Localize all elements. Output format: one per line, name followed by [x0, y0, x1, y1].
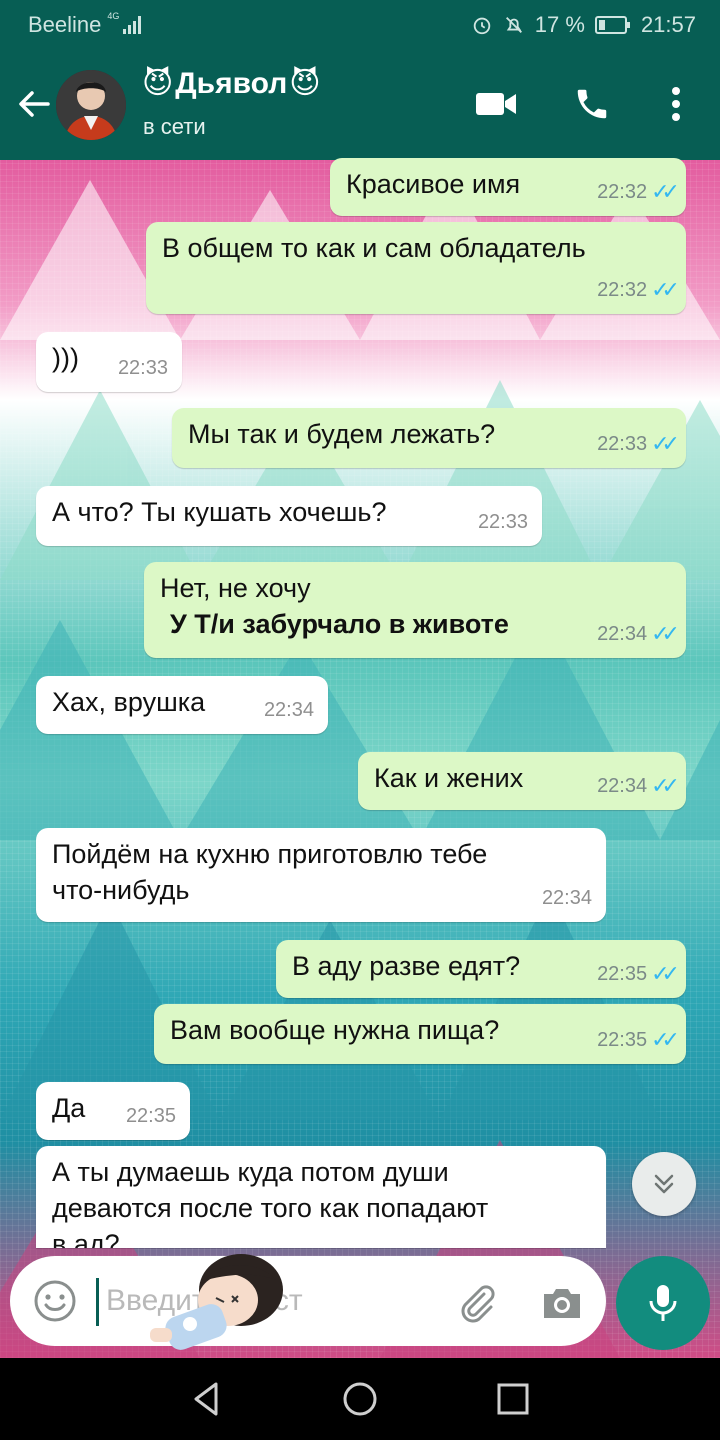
message-incoming[interactable]: ))) 22:33	[36, 332, 182, 392]
text-cursor	[96, 1278, 99, 1326]
message-meta: 22:35	[126, 1098, 176, 1134]
message-incoming[interactable]: Хах, врушка 22:34	[36, 676, 328, 734]
scroll-to-bottom-button[interactable]	[632, 1152, 696, 1216]
message-outgoing[interactable]: Нет, не хочу У Т/и забурчало в животе 22…	[144, 562, 686, 658]
message-meta: 22:34 ✓✓	[597, 768, 680, 804]
message-meta: 22:32 ✓✓	[597, 272, 680, 308]
avatar[interactable]	[56, 70, 126, 140]
message-text: Мы так и будем лежать?	[188, 419, 496, 449]
paperclip-icon[interactable]	[454, 1280, 498, 1324]
message-text: В общем то как и сам обладатель	[162, 233, 586, 263]
message-outgoing[interactable]: В аду разве едят? 22:35 ✓✓	[276, 940, 686, 998]
nav-recents-icon[interactable]	[492, 1378, 534, 1420]
carrier-name: Beeline	[28, 12, 102, 37]
video-call-icon[interactable]	[472, 80, 520, 128]
message-time: 22:34	[541, 887, 592, 909]
read-ticks-icon: ✓✓	[651, 1027, 680, 1052]
emoji-icon[interactable]	[32, 1278, 78, 1324]
camera-icon[interactable]	[540, 1280, 584, 1324]
message-text: Нет, не хочу	[160, 573, 311, 603]
message-outgoing[interactable]: Мы так и будем лежать? 22:33 ✓✓	[172, 408, 686, 468]
message-outgoing[interactable]: Красивое имя 22:32 ✓✓	[330, 158, 686, 216]
read-ticks-icon: ✓✓	[651, 621, 680, 646]
message-meta: 22:34	[542, 880, 592, 916]
read-ticks-icon: ✓✓	[651, 961, 680, 986]
message-meta: 22:33 ✓✓	[597, 426, 680, 462]
message-outgoing[interactable]: Как и жених 22:34 ✓✓	[358, 752, 686, 810]
signal-icon	[123, 16, 142, 34]
microphone-icon	[649, 1285, 677, 1321]
message-outgoing[interactable]: В общем то как и сам обладатель 22:32 ✓✓	[146, 222, 686, 314]
message-text: А что? Ты кушать хочешь?	[52, 497, 387, 527]
status-bar: Beeline 4G 17 % 21:57	[0, 0, 720, 48]
chibi-sticker	[150, 1254, 283, 1350]
message-meta: 22:35 ✓✓	[597, 956, 680, 992]
alarm-icon	[473, 17, 491, 35]
contact-name-text: Дьявол	[175, 66, 288, 100]
message-text: )))	[52, 343, 79, 373]
message-outgoing[interactable]: Вам вообще нужна пища? 22:35 ✓✓	[154, 1004, 686, 1064]
chevron-double-down-icon	[654, 1174, 674, 1194]
back-arrow-icon[interactable]	[14, 84, 54, 124]
carrier-info: Beeline 4G	[28, 11, 142, 38]
message-time: 22:33	[117, 357, 168, 379]
message-meta: 22:33	[118, 350, 168, 386]
system-navigation-bar	[0, 1358, 720, 1440]
message-incoming[interactable]: А что? Ты кушать хочешь? 22:33	[36, 486, 542, 546]
message-time: 22:32	[597, 279, 648, 301]
message-text: А ты думаешь куда потом души деваются по…	[52, 1157, 489, 1248]
message-text: Да	[52, 1093, 86, 1123]
network-type: 4G	[107, 11, 120, 21]
more-vertical-icon[interactable]	[652, 80, 700, 128]
message-meta: 22:35 ✓✓	[597, 1022, 680, 1058]
nav-home-icon[interactable]	[339, 1378, 381, 1420]
message-time: 22:33	[477, 511, 528, 533]
message-text-bold: У Т/и забурчало в животе	[170, 609, 509, 639]
message-text: Хах, врушка	[52, 687, 206, 717]
message-text: В аду разве едят?	[292, 951, 521, 981]
battery-percent: 17 %	[534, 12, 585, 37]
status-right: 17 % 21:57	[471, 12, 696, 38]
nav-back-icon[interactable]	[186, 1378, 228, 1420]
message-time: 22:34	[597, 623, 648, 645]
message-incoming[interactable]: Пойдём на кухню приготовлю тебе что-нибу…	[36, 828, 606, 922]
read-ticks-icon: ✓✓	[651, 431, 680, 456]
read-ticks-icon: ✓✓	[651, 179, 680, 204]
message-meta: 22:34	[264, 692, 314, 728]
message-meta: 22:34 ✓✓	[597, 616, 680, 652]
message-time: 22:33	[597, 433, 648, 455]
devil-emoji-icon: 😈	[289, 67, 321, 100]
message-input-bar[interactable]: Введите текст	[10, 1256, 606, 1346]
message-time: 22:32	[597, 181, 648, 203]
chat-header: 😈 Дьявол 😈 в сети	[0, 48, 720, 160]
devil-emoji-icon: 😈	[142, 67, 174, 100]
message-text: Вам вообще нужна пища?	[170, 1015, 500, 1045]
mute-bell-icon	[505, 17, 522, 33]
battery-icon	[594, 16, 630, 34]
clock: 21:57	[640, 12, 696, 37]
message-text: Как и жених	[374, 763, 524, 793]
contact-name[interactable]: 😈 Дьявол 😈	[142, 66, 321, 101]
read-ticks-icon: ✓✓	[651, 277, 680, 302]
message-incoming[interactable]: А ты думаешь куда потом души деваются по…	[36, 1146, 606, 1248]
contact-status: в сети	[143, 114, 206, 139]
message-text: Пойдём на кухню приготовлю тебе что-нибу…	[52, 839, 488, 905]
message-incoming[interactable]: Да 22:35	[36, 1082, 190, 1140]
message-time: 22:35	[597, 1029, 648, 1051]
phone-icon[interactable]	[568, 80, 616, 128]
message-text: Красивое имя	[346, 169, 521, 199]
message-time: 22:34	[263, 699, 314, 721]
read-ticks-icon: ✓✓	[651, 773, 680, 798]
message-meta: 22:33	[478, 504, 528, 540]
message-time: 22:35	[125, 1105, 176, 1127]
message-time: 22:34	[597, 775, 648, 797]
message-meta: 22:32 ✓✓	[597, 174, 680, 210]
voice-record-button[interactable]	[616, 1256, 710, 1350]
message-time: 22:35	[597, 963, 648, 985]
